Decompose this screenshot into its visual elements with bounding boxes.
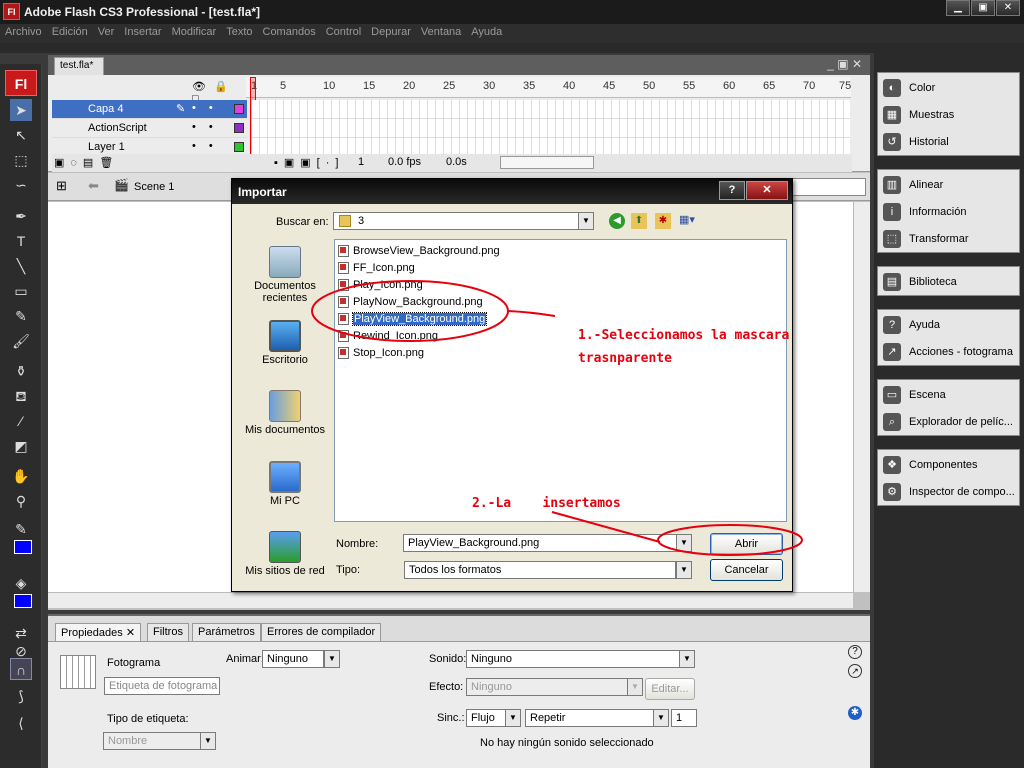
annotation-overlay (311, 280, 803, 556)
annotation-ellipse-open (657, 524, 803, 556)
annotation-note-1: 1.-Seleccionamos la mascara (578, 328, 790, 343)
annotation-line-open (551, 511, 661, 543)
annotation-line-file (507, 310, 556, 317)
annotation-note-2: 2.-La insertamos (472, 496, 621, 511)
annotation-ellipse-file (311, 280, 509, 342)
annotation-note-1b: trasnparente (578, 351, 672, 366)
